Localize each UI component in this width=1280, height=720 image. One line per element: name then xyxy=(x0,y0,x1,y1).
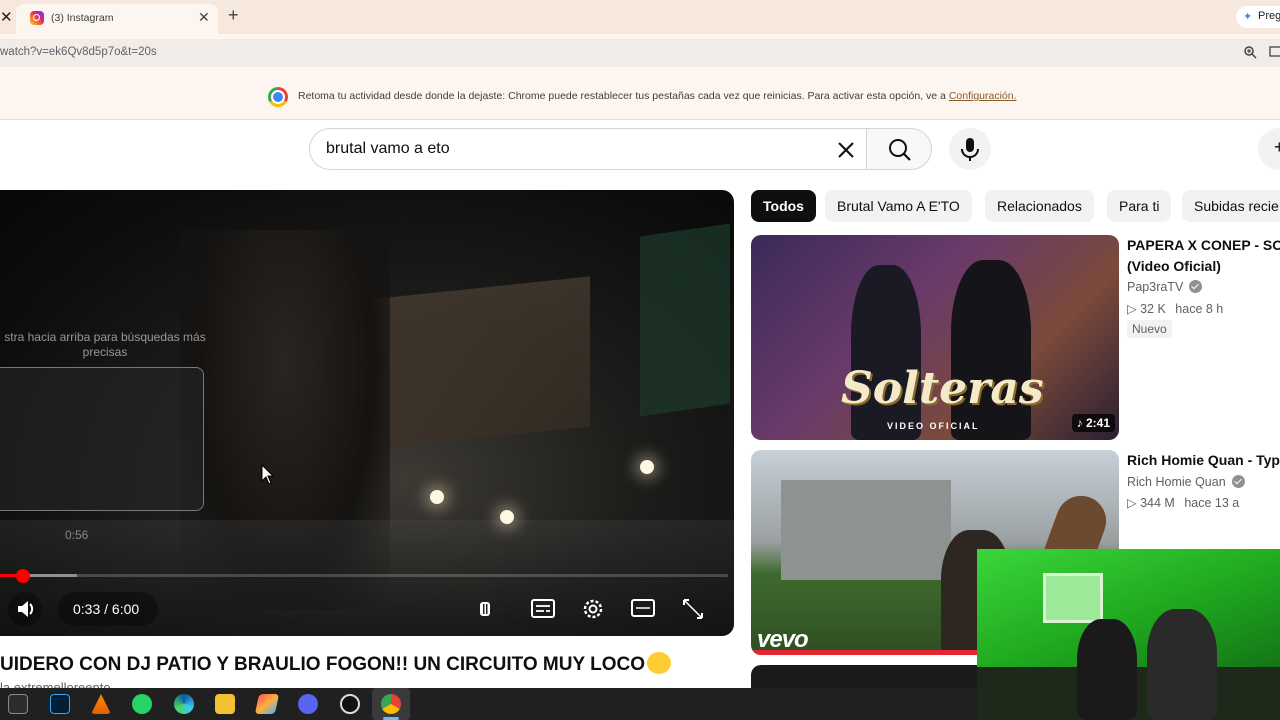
settings-icon[interactable] xyxy=(583,599,603,619)
duration-badge: ♪ 2:41 xyxy=(1071,414,1115,432)
volume-button[interactable] xyxy=(8,592,42,626)
views-count: 32 K xyxy=(1140,302,1166,316)
video-frame-light xyxy=(640,460,654,474)
recommendation-channel[interactable]: Rich Homie Quan xyxy=(1127,475,1245,489)
restore-tabs-infobar: Retoma tu actividad desde donde la dejas… xyxy=(0,72,1280,120)
discord-icon[interactable] xyxy=(298,694,318,714)
video-frame-light xyxy=(430,490,444,504)
pause-icon[interactable] xyxy=(480,602,490,616)
progress-played xyxy=(0,574,17,577)
url-text[interactable]: watch?v=ek6Qv8d5p7o&t=20s xyxy=(0,46,157,58)
chrome-taskbar-icon[interactable] xyxy=(381,694,401,714)
views-icon: ▷ xyxy=(1127,496,1141,510)
thumb-title-art: Solteras xyxy=(841,363,1044,414)
video-title-text: UIDERO CON DJ PATIO Y BRAULIO FOGON!! UN… xyxy=(0,654,645,675)
infobar-text: Retoma tu actividad desde donde la dejas… xyxy=(298,90,946,102)
chip-relacionados[interactable]: Relacionados xyxy=(985,190,1094,222)
close-tab-icon[interactable]: ✕ xyxy=(198,9,210,26)
mouse-cursor xyxy=(261,464,275,485)
chip-subidas-recientes[interactable]: Subidas recie xyxy=(1182,190,1280,222)
close-icon[interactable]: ✕ xyxy=(0,8,14,26)
infobar-message: Retoma tu actividad desde donde la dejas… xyxy=(298,90,1017,102)
photoshop-icon[interactable] xyxy=(50,694,70,714)
recommendation-title-line2[interactable]: (Video Oficial) xyxy=(1127,256,1221,277)
address-bar-row: watch?v=ek6Qv8d5p7o&t=20s xyxy=(0,34,1280,72)
tab-title: (3) Instagram xyxy=(51,12,114,24)
taskview-icon[interactable] xyxy=(8,694,28,714)
views-icon: ▷ xyxy=(1127,302,1141,316)
seek-preview-time: 0:56 xyxy=(65,528,89,542)
video-frame-light xyxy=(500,510,514,524)
video-player[interactable]: stra hacia arriba para búsquedas más pre… xyxy=(0,190,734,636)
recommendation-channel[interactable]: Pap3raTV xyxy=(1127,280,1203,294)
channel-name-text: Rich Homie Quan xyxy=(1127,475,1226,489)
webcam-overlay xyxy=(977,549,1280,720)
search-box xyxy=(309,128,867,170)
volume-icon xyxy=(18,601,34,617)
thumb-building xyxy=(781,480,951,580)
recommendation-meta: ▷ 32 K hace 8 h xyxy=(1127,301,1223,316)
video-title: UIDERO CON DJ PATIO Y BRAULIO FOGON!! UN… xyxy=(0,652,671,676)
browser-tab-instagram[interactable]: (3) Instagram ✕ xyxy=(16,4,218,34)
chip-para-ti[interactable]: Para ti xyxy=(1107,190,1172,222)
video-frame-sign xyxy=(640,223,730,417)
browser-tab-bar: ✕ (3) Instagram ✕ + ✦ Pregunt xyxy=(0,0,1280,34)
instagram-icon xyxy=(30,11,44,25)
recommendation-meta: ▷ 344 M hace 13 a xyxy=(1127,495,1239,510)
time-display: 0:33 / 6:00 xyxy=(58,592,158,626)
chrome-icon xyxy=(268,87,288,107)
chip-todos[interactable]: Todos xyxy=(751,190,816,222)
seek-preview-thumbnail xyxy=(0,367,204,511)
recommendation-title[interactable]: Rich Homie Quan - Type xyxy=(1127,450,1280,471)
settings-link[interactable]: Configuración. xyxy=(949,90,1017,102)
upload-age: hace 13 a xyxy=(1184,496,1240,510)
search-input[interactable] xyxy=(326,140,826,158)
webcam-person xyxy=(1147,609,1217,720)
obs-icon[interactable] xyxy=(340,694,360,714)
voice-search-button[interactable] xyxy=(949,128,991,170)
edge-icon[interactable] xyxy=(174,694,194,714)
whatsapp-icon[interactable] xyxy=(132,694,152,714)
chip-brutal-vamo-a-eto[interactable]: Brutal Vamo A E'TO xyxy=(825,190,972,222)
create-button[interactable]: + xyxy=(1258,128,1280,170)
gemini-button[interactable]: ✦ Pregunt xyxy=(1236,6,1280,28)
cast-icon[interactable] xyxy=(1269,46,1280,58)
search-icon xyxy=(889,139,911,161)
player-right-controls xyxy=(480,599,703,619)
recommendation-title[interactable]: PAPERA X CONEP - SOL xyxy=(1127,235,1280,256)
app-icon[interactable] xyxy=(254,694,280,714)
vlc-icon[interactable] xyxy=(91,694,111,714)
address-bar[interactable] xyxy=(0,39,1280,67)
new-tab-button[interactable]: + xyxy=(228,5,239,26)
progress-bar[interactable] xyxy=(0,574,728,577)
fullscreen-icon[interactable] xyxy=(683,599,703,619)
search-button[interactable] xyxy=(866,128,932,170)
recommendation-thumbnail[interactable]: Solteras VIDEO OFICIAL ♪ 2:41 xyxy=(751,235,1119,440)
youtube-header: + xyxy=(0,120,1280,182)
verified-icon xyxy=(1231,475,1245,488)
webcam-person xyxy=(1077,619,1137,720)
mic-icon xyxy=(961,138,979,161)
gemini-icon: ✦ xyxy=(1243,11,1253,23)
windows-taskbar xyxy=(0,688,977,720)
channel-name-text: Pap3raTV xyxy=(1127,280,1184,294)
scrubber-handle[interactable] xyxy=(16,569,30,583)
subtitles-icon[interactable] xyxy=(531,599,555,618)
verified-icon xyxy=(1189,280,1203,293)
file-explorer-icon[interactable] xyxy=(215,694,235,714)
theater-icon[interactable] xyxy=(631,599,655,617)
views-count: 344 M xyxy=(1140,496,1175,510)
seek-hint-text: stra hacia arriba para búsquedas más pre… xyxy=(4,330,206,359)
time-text: 0:33 / 6:00 xyxy=(73,601,140,617)
thumb-subtitle: VIDEO OFICIAL xyxy=(887,421,980,431)
clear-icon[interactable] xyxy=(832,136,860,164)
shocked-emoji-icon xyxy=(646,652,671,674)
webcam-window xyxy=(1043,573,1103,623)
new-badge: Nuevo xyxy=(1127,320,1172,338)
gemini-label: Pregunt xyxy=(1258,10,1280,22)
zoom-icon[interactable] xyxy=(1243,45,1257,59)
upload-age: hace 8 h xyxy=(1175,302,1224,316)
